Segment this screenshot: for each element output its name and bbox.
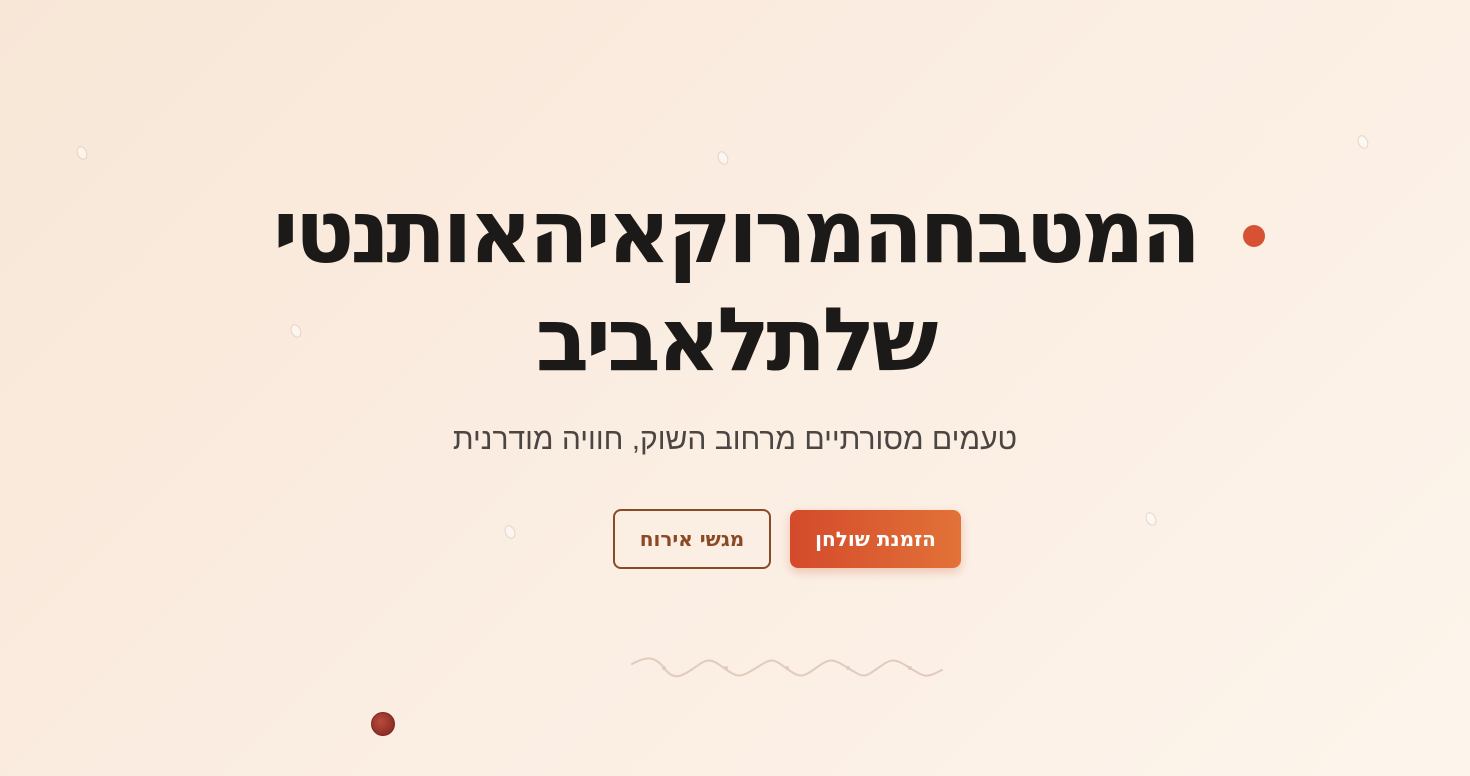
hero-subtitle: טעמים מסורתיים מרחוב השוק, חוויה מודרנית bbox=[452, 423, 1018, 456]
decorative-speck bbox=[74, 144, 90, 162]
catering-platters-button-label: מגשי אירוח bbox=[639, 527, 745, 551]
hero-section: המטבחהמרוקאיהאותנטי שלתלאביב טעמים מסורת… bbox=[0, 0, 1470, 776]
reserve-table-button[interactable]: הזמנת שולחן bbox=[790, 510, 961, 568]
reserve-table-button-label: הזמנת שולחן bbox=[815, 527, 936, 551]
decorative-speck bbox=[1355, 133, 1371, 151]
wave-divider-icon bbox=[631, 657, 943, 678]
decorative-speck bbox=[715, 149, 731, 167]
decorative-speck bbox=[1143, 510, 1159, 528]
hero-title-line-2: שלתלאביב bbox=[535, 288, 939, 391]
catering-platters-button[interactable]: מגשי אירוח bbox=[613, 509, 771, 569]
decorative-badge-icon bbox=[371, 712, 395, 736]
decorative-speck bbox=[502, 523, 518, 541]
hero-title-line-1: המטבחהמרוקאיהאותנטי bbox=[272, 180, 1202, 283]
